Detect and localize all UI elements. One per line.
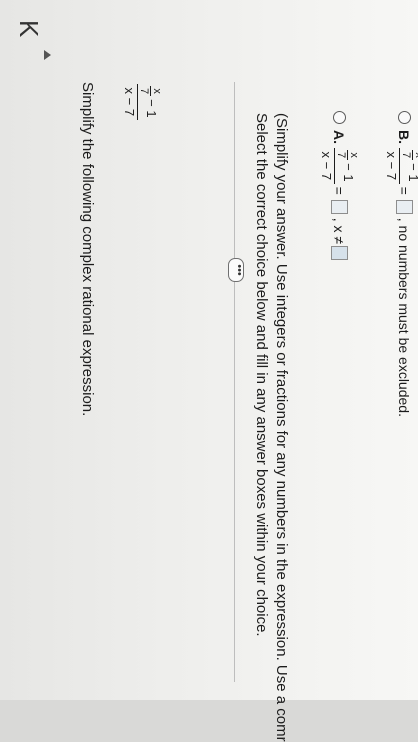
inner-numerator: x (347, 150, 360, 160)
complex-fraction: x 7 − 1 x − 7 (122, 84, 163, 120)
choice-b[interactable]: B. x 7 − 1 x − 7 = , no numbers must be … (384, 111, 418, 417)
minus-one: − 1 (144, 99, 160, 118)
choice-b-label: B. (396, 130, 413, 144)
outer-denominator: x − 7 (122, 87, 137, 117)
inner-numerator: x (150, 86, 163, 96)
minus-one: − 1 (406, 163, 418, 181)
inner-fraction: x 7 (138, 86, 163, 96)
equals-sign: = (331, 186, 348, 195)
equals-sign: = (396, 186, 413, 195)
outer-denominator: x − 7 (319, 151, 334, 181)
caret-icon (44, 50, 51, 60)
screen-content: K Simplify the following complex rationa… (0, 0, 418, 742)
more-button[interactable]: ••• (228, 258, 245, 282)
back-icon[interactable]: K (14, 20, 44, 37)
answer-box-excluded-value[interactable] (331, 246, 348, 261)
excluded-text: , x ≠ (331, 217, 348, 245)
answer-box-expression[interactable] (396, 199, 413, 214)
choice-a-label: A. (331, 130, 348, 144)
answer-box-expression[interactable] (331, 199, 348, 214)
inner-denominator: 7 (138, 88, 150, 95)
inner-numerator: x (412, 150, 418, 160)
question-prompt: Simplify the following complex rational … (79, 82, 96, 417)
inner-denominator: 7 (335, 152, 347, 159)
choice-b-expression: x 7 − 1 x − 7 (384, 148, 418, 184)
minus-one: − 1 (341, 163, 357, 182)
choice-b-radio[interactable] (398, 111, 411, 124)
inner-denominator: 7 (400, 152, 412, 159)
no-exclusions-text: , no numbers must be excluded. (396, 217, 413, 417)
divider (234, 82, 235, 682)
choice-a[interactable]: A. x 7 − 1 x − 7 = , x ≠ (319, 111, 360, 262)
choice-a-expression: x 7 − 1 x − 7 (319, 148, 360, 184)
instruction-line-2: (Simplify your answer. Use integers or f… (273, 113, 290, 742)
outer-denominator: x − 7 (384, 151, 399, 181)
choice-a-radio[interactable] (333, 111, 346, 124)
instruction-line-1: Select the correct choice below and fill… (253, 113, 270, 637)
